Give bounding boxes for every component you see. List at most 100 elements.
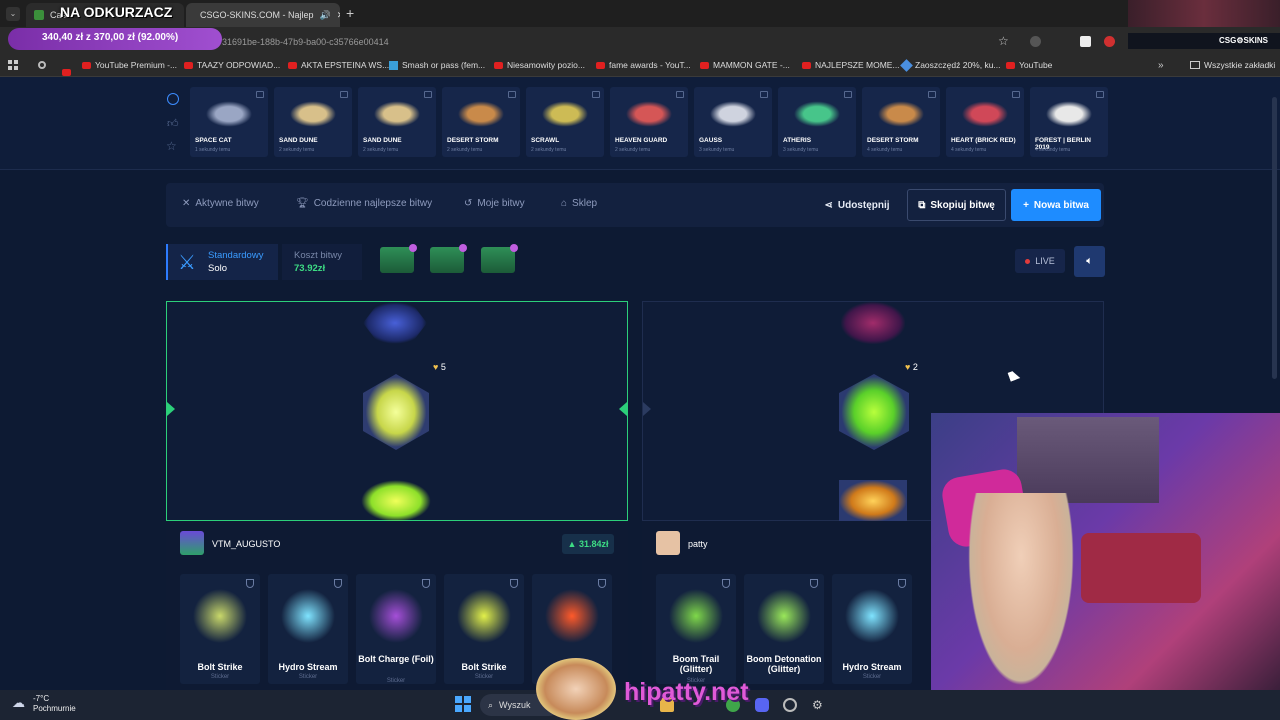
wall-poster-image [1017, 417, 1159, 503]
item-card[interactable]: Hydro Stream Sticker [268, 574, 348, 684]
extension-icon[interactable] [1030, 36, 1041, 47]
bookmark-item[interactable]: YouTube Premium -... [82, 60, 177, 70]
sticker-image [368, 588, 424, 644]
item-card[interactable]: Bolt Strike Sticker [444, 574, 524, 684]
sound-toggle-button[interactable]: 🔈︎ [1074, 246, 1105, 277]
recent-drop-card[interactable]: DESERT STORM 4 sekundy temu [862, 87, 940, 157]
case-icon[interactable] [430, 244, 467, 273]
close-icon[interactable]: ✕ [337, 10, 340, 21]
case-mini-icon [340, 91, 348, 98]
recent-drop-card[interactable]: FOREST | BERLIN 2019 4 sekundy temu [1030, 87, 1108, 157]
bookmark-item[interactable]: MAMMON GATE -... [700, 60, 790, 70]
new-tab-icon[interactable]: + [346, 5, 354, 21]
star-icon[interactable]: ☆ [166, 139, 177, 153]
discord-icon[interactable] [755, 698, 769, 712]
bookmarks-bar: YouTube Premium -... TAAZY ODPOWIAD... A… [0, 56, 1280, 77]
nav-daily-best[interactable]: 🏆︎ Codzienne najlepsze bitwy [296, 198, 432, 209]
shield-icon [722, 579, 730, 588]
bookmark-item[interactable]: NAJLEPSZE MOME... [802, 60, 900, 70]
nav-active-battles[interactable]: ✕ Aktywne bitwy [182, 198, 259, 209]
player-name[interactable]: patty [688, 539, 708, 549]
skin-image [874, 99, 928, 129]
extension-icon[interactable] [1080, 36, 1091, 47]
live-badge[interactable]: LIVE [1015, 249, 1065, 273]
drop-time: 3 sekundy temu [699, 147, 735, 153]
clock-icon[interactable] [167, 93, 179, 105]
recent-drop-card[interactable]: DESERT STORM 2 sekundy temu [442, 87, 520, 157]
sticker-image [844, 588, 900, 644]
donation-goal-text: 340,40 zł z 370,00 zł (92.00%) [42, 32, 179, 43]
item-card[interactable]: Hydro Stream Sticker [832, 574, 912, 684]
copy-battle-button[interactable]: ⧉ Skopiuj bitwę [907, 189, 1006, 221]
windows-start-icon[interactable] [455, 696, 471, 712]
obs-icon[interactable] [783, 698, 797, 712]
bookmark-item[interactable]: YouTube [1006, 60, 1052, 70]
skin-name: SPACE CAT [195, 137, 232, 144]
bookmark-item[interactable]: Zaoszczędź 20%, ku... [900, 58, 1001, 72]
sticker-image [456, 588, 512, 644]
bookmark-item[interactable]: fame awards - YouT... [596, 60, 691, 70]
youtube-icon [596, 61, 605, 69]
settings-icon[interactable]: ⚙ [812, 698, 826, 712]
player-name[interactable]: VTM_AUGUSTO [212, 539, 280, 549]
case-mini-icon [508, 91, 516, 98]
item-card[interactable]: Bolt Charge (Foil) Sticker [356, 574, 436, 684]
bookmark-item[interactable]: TAAZY ODPOWIAD... [184, 60, 280, 70]
case-icon[interactable] [481, 244, 518, 273]
recent-drop-card[interactable]: SPACE CAT 1 sekundy temu [190, 87, 268, 157]
drop-time: 2 sekundy temu [363, 147, 399, 153]
extension-icon[interactable] [1104, 36, 1115, 47]
sticker-boom-trail-image [839, 374, 909, 450]
weather-icon[interactable]: ☁ [12, 695, 25, 711]
couch-image [1081, 533, 1201, 603]
speaker-icon[interactable]: 🔊 [320, 10, 331, 21]
avatar[interactable] [180, 531, 204, 555]
chrome-icon[interactable] [38, 61, 46, 69]
nav-shop[interactable]: ⌂ Sklep [561, 198, 597, 209]
recent-drop-card[interactable]: HEART (BRICK RED) 4 sekundy temu [946, 87, 1024, 157]
thumbs-up-icon[interactable]: 👍︎ [167, 117, 179, 130]
watermark-text: hipatty.net [624, 678, 749, 706]
site-icon [389, 60, 398, 70]
chevron-right-icon[interactable]: » [1158, 60, 1164, 71]
skin-name: DESERT STORM [867, 137, 919, 144]
bookmark-item[interactable]: AKTA EPSTEINA WS... [288, 60, 389, 70]
skin-image [538, 99, 592, 129]
avatar[interactable] [656, 531, 680, 555]
streamer-image [961, 493, 1081, 690]
bookmark-item[interactable]: Niesamowity pozio... [494, 60, 585, 70]
recent-drop-card[interactable]: SAND DUNE 2 sekundy temu [274, 87, 352, 157]
folder-icon [1190, 61, 1200, 69]
share-button[interactable]: ⋖ Udostępnij [821, 189, 893, 221]
recent-drop-card[interactable]: SAND DUNE 2 sekundy temu [358, 87, 436, 157]
recent-drop-card[interactable]: HEAVEN GUARD 2 sekundy temu [610, 87, 688, 157]
skin-name: HEAVEN GUARD [615, 137, 668, 144]
url-text[interactable]: 31691be-188b-47b9-ba00-c35766e00414 [222, 37, 389, 47]
bookmark-star-icon[interactable]: ☆ [998, 34, 1009, 48]
new-battle-button[interactable]: + Nowa bitwa [1011, 189, 1101, 221]
all-bookmarks[interactable]: Wszystkie zakładki [1190, 60, 1275, 70]
item-card[interactable]: Bolt Strike Sticker [180, 574, 260, 684]
tab-list-icon[interactable]: ⌄ [6, 7, 20, 21]
recent-drop-card[interactable]: GAUSS 3 sekundy temu [694, 87, 772, 157]
item-card[interactable]: Boom Trail (Glitter) Sticker [656, 574, 736, 684]
sticker-image [841, 302, 905, 344]
recent-drop-card[interactable]: SCRAWL 2 sekundy temu [526, 87, 604, 157]
apps-grid-icon[interactable] [8, 60, 18, 70]
scrollbar[interactable] [1272, 97, 1277, 379]
youtube-icon [288, 61, 297, 69]
heart-icon: ♥ [905, 362, 911, 372]
nav-my-battles[interactable]: ↺ Moje bitwy [464, 198, 525, 209]
sticker-image [544, 588, 600, 644]
recent-drop-card[interactable]: ATHERIS 3 sekundy temu [778, 87, 856, 157]
skin-image [454, 99, 508, 129]
stream-title: NA ODKURZACZ [60, 4, 173, 20]
battle-cost-label: Koszt bitwy [294, 250, 343, 261]
shield-icon [422, 579, 430, 588]
item-type: Sticker [210, 674, 230, 680]
case-icon[interactable] [380, 244, 417, 273]
tab-csgo-skins[interactable]: CSGO-SKINS.COM - Najlep 🔊 ✕ [186, 3, 340, 27]
item-card[interactable]: Boom Detonation (Glitter) [744, 574, 824, 684]
bookmark-item[interactable]: Smash or pass (fem... [389, 60, 485, 70]
weather-widget[interactable]: -7°C Pochmurnie [33, 694, 76, 714]
